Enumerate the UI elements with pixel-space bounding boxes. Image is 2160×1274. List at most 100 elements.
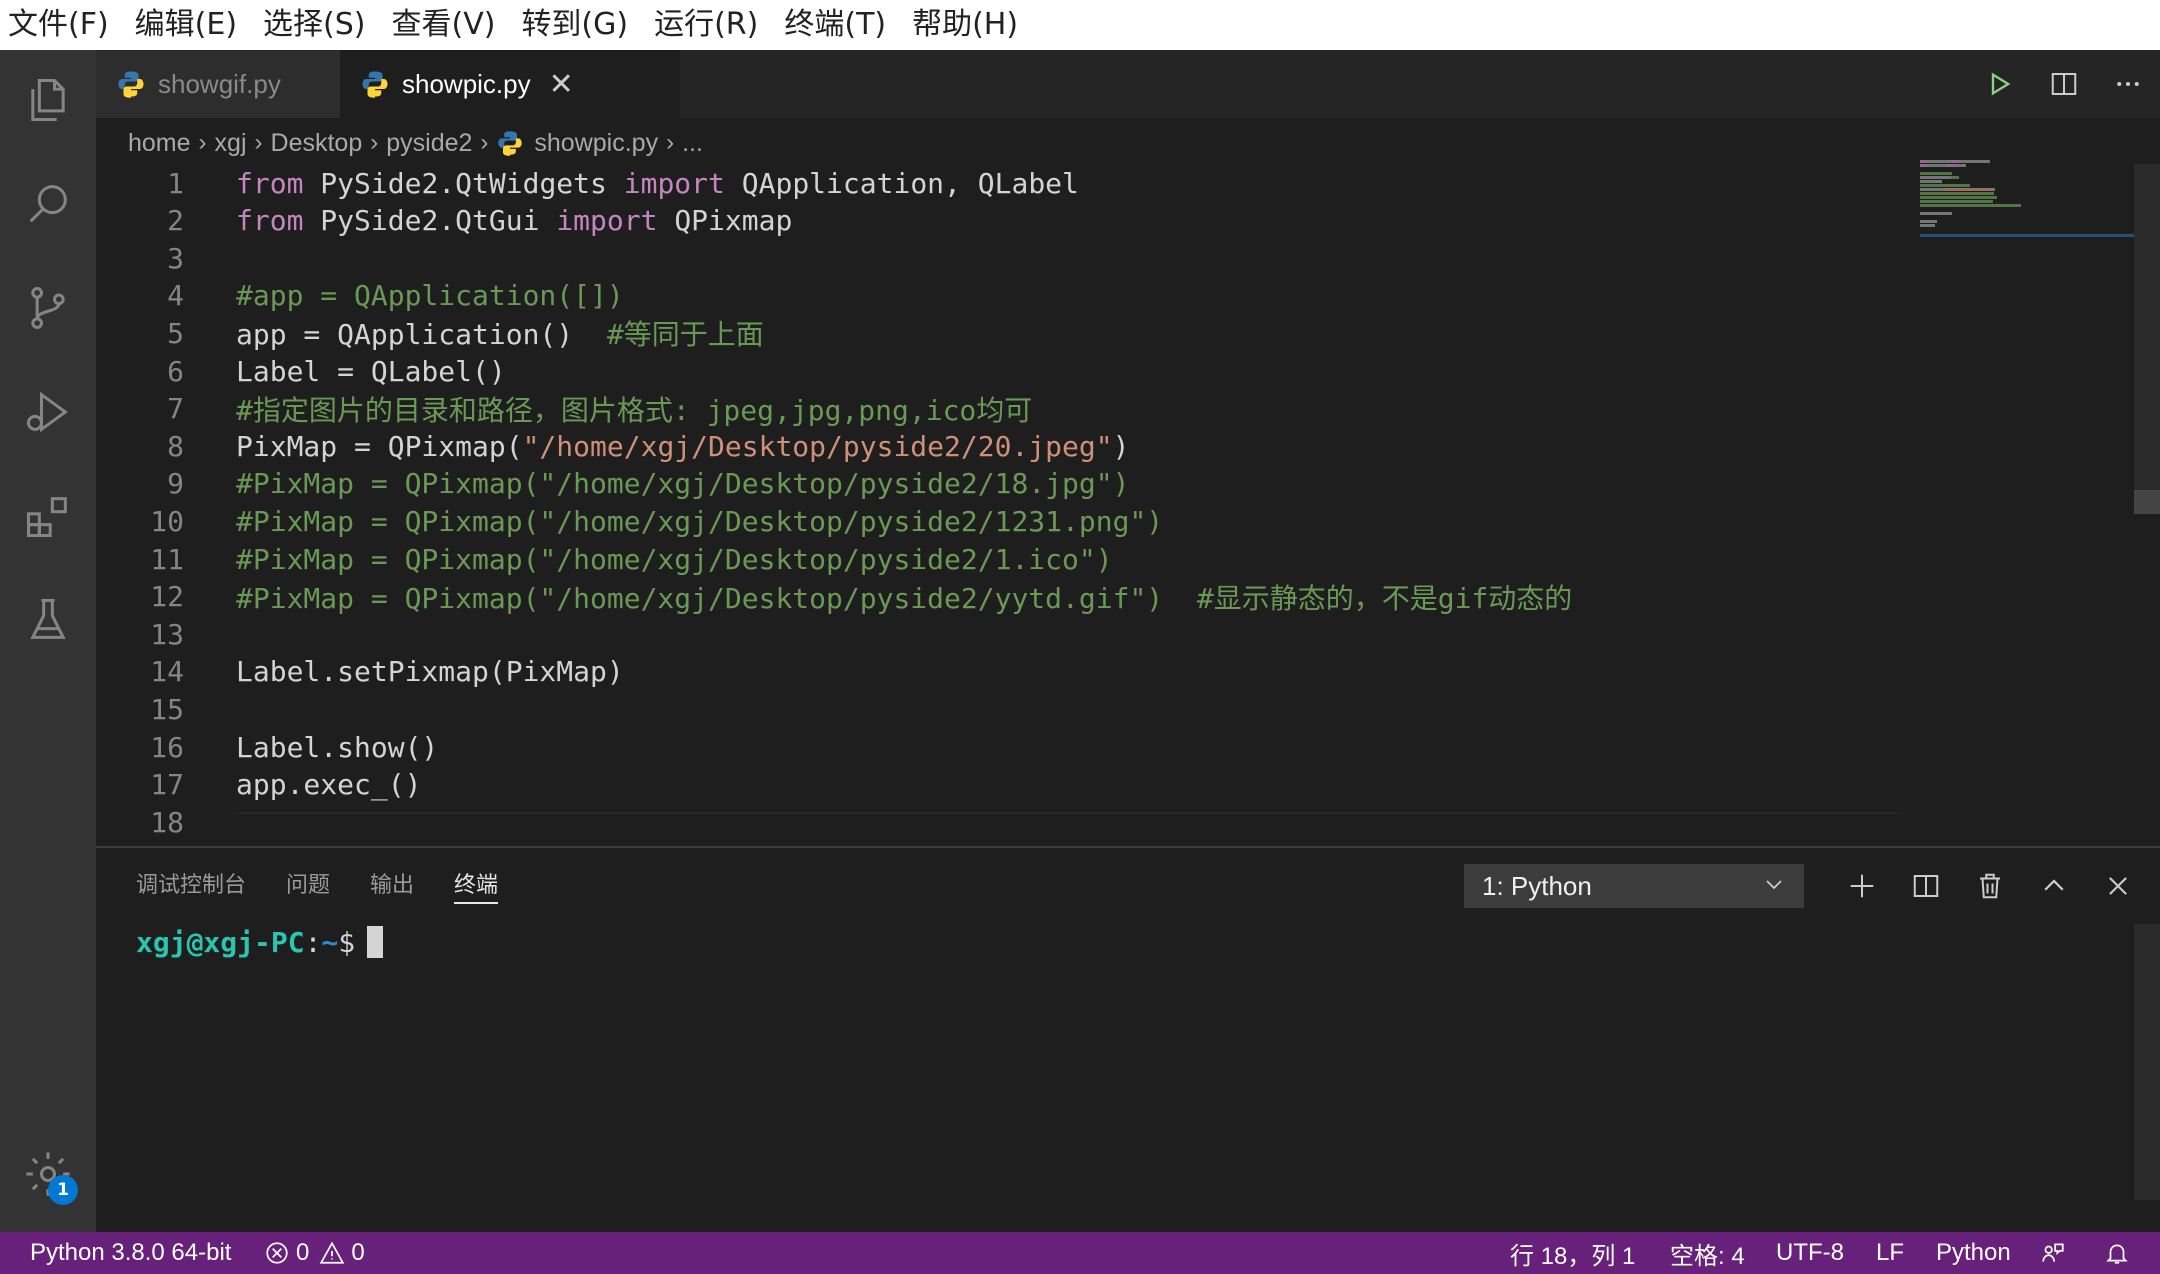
code-line[interactable]: 12 #PixMap = QPixmap("/home/xgj/Desktop/p… xyxy=(96,578,1572,616)
code-line[interactable]: 17 app.exec_() xyxy=(96,766,421,804)
code-text: #PixMap = QPixmap("/home/xgj/Desktop/pys… xyxy=(236,543,1113,576)
explorer-icon[interactable] xyxy=(20,72,76,128)
minimap-line xyxy=(1950,176,1960,179)
tab-showgif[interactable]: showgif.py xyxy=(96,50,340,118)
code-text: #app = QApplication([]) xyxy=(236,279,624,312)
code-line[interactable]: 1 from PySide2.QtWidgets import QApplicat… xyxy=(96,164,1079,202)
code-line[interactable]: 16 Label.show() xyxy=(96,728,438,766)
breadcrumb-item[interactable]: Desktop xyxy=(271,129,363,158)
problems-indicator[interactable]: 0 0 xyxy=(264,1232,365,1274)
end-of-line[interactable]: LF xyxy=(1876,1232,1904,1274)
menu-help[interactable]: 帮助(H) xyxy=(912,0,1018,50)
editor-scrollbar-thumb[interactable] xyxy=(2134,490,2160,514)
code-line[interactable]: 13 xyxy=(96,615,184,653)
warning-count: 0 xyxy=(351,1239,365,1266)
code-text: #PixMap = QPixmap("/home/xgj/Desktop/pys… xyxy=(236,467,1129,500)
close-panel-icon[interactable] xyxy=(2086,858,2150,914)
line-number: 13 xyxy=(150,617,184,651)
minimap-line xyxy=(1925,164,1947,167)
code-token: import xyxy=(623,166,725,200)
breadcrumb-item[interactable]: pyside2 xyxy=(386,129,472,158)
bottom-panel: 调试控制台 问题 输出 终端 1: Python xgj@xgj-PC: ~ $ xyxy=(96,846,2160,1232)
code-token: #等同于上面 xyxy=(606,318,764,352)
tab-debug-console[interactable]: 调试控制台 xyxy=(136,848,246,918)
minimap-line xyxy=(1920,212,1953,215)
python-file-icon xyxy=(118,71,144,98)
line-number: 17 xyxy=(150,768,184,802)
feedback-icon[interactable] xyxy=(2040,1232,2066,1274)
run-debug-icon[interactable] xyxy=(20,384,76,440)
code-line[interactable]: 6 Label = QLabel() xyxy=(96,352,506,390)
code-text: Label = QLabel() xyxy=(236,355,506,388)
line-number: 10 xyxy=(150,504,184,538)
split-terminal-icon[interactable] xyxy=(1894,858,1958,914)
cursor-position[interactable]: 行 18，列 1 xyxy=(1510,1232,1635,1274)
minimap[interactable] xyxy=(1920,160,2130,240)
code-editor[interactable]: 1 from PySide2.QtWidgets import QApplicat… xyxy=(96,164,2136,848)
menu-edit[interactable]: 编辑(E) xyxy=(135,0,237,50)
breadcrumb-item[interactable]: ... xyxy=(682,129,703,158)
settings-badge: 1 xyxy=(48,1175,78,1205)
tab-showpic[interactable]: showpic.py ✕ xyxy=(340,50,680,118)
line-number: 1 xyxy=(167,166,184,200)
breadcrumb: home › xgj › Desktop › pyside2 › showpic… xyxy=(96,118,1896,168)
code-line[interactable]: 10 #PixMap = QPixmap("/home/xgj/Desktop/p… xyxy=(96,502,1163,540)
code-line[interactable]: 11 #PixMap = QPixmap("/home/xgj/Desktop/p… xyxy=(96,540,1112,578)
menu-file[interactable]: 文件(F) xyxy=(8,0,109,50)
language-mode[interactable]: Python xyxy=(1936,1232,2011,1274)
menu-selection[interactable]: 选择(S) xyxy=(263,0,365,50)
trash-icon[interactable] xyxy=(1958,858,2022,914)
code-line[interactable]: 15 xyxy=(96,690,184,728)
menu-terminal[interactable]: 终端(T) xyxy=(784,0,886,50)
tab-problems[interactable]: 问题 xyxy=(286,848,330,918)
code-line[interactable]: 4 #app = QApplication([]) xyxy=(96,277,624,315)
menu-bar: 文件(F) 编辑(E) 选择(S) 查看(V) 转到(G) 运行(R) 终端(T… xyxy=(0,0,2160,50)
extensions-icon[interactable] xyxy=(20,488,76,544)
editor-scrollbar[interactable] xyxy=(2134,164,2160,514)
code-line[interactable]: 7 #指定图片的目录和路径，图片格式: jpeg,jpg,png,ico均可 xyxy=(96,390,1032,428)
code-line[interactable]: 2 from PySide2.QtGui import QPixmap xyxy=(96,202,792,240)
code-line[interactable]: 5 app = QApplication() #等同于上面 xyxy=(96,314,764,352)
menu-go[interactable]: 转到(G) xyxy=(521,0,628,50)
code-line[interactable]: 9 #PixMap = QPixmap("/home/xgj/Desktop/py… xyxy=(96,465,1129,503)
tab-terminal[interactable]: 终端 xyxy=(454,848,499,918)
terminal-scrollbar[interactable] xyxy=(2134,924,2160,1200)
indentation[interactable]: 空格: 4 xyxy=(1670,1232,1745,1274)
terminal-prompt[interactable]: xgj@xgj-PC: ~ $ xyxy=(136,920,384,964)
code-token: QPixmap xyxy=(657,204,793,238)
python-interpreter[interactable]: Python 3.8.0 64-bit xyxy=(30,1232,231,1274)
code-line[interactable]: 8 PixMap = QPixmap("/home/xgj/Desktop/pys… xyxy=(96,427,1129,465)
search-icon[interactable] xyxy=(20,176,76,232)
minimap-line xyxy=(1925,160,1953,163)
notifications-bell-icon[interactable] xyxy=(2104,1232,2130,1274)
line-number: 6 xyxy=(167,354,184,388)
chevron-right-icon: › xyxy=(254,129,263,156)
code-token: PySide2.QtWidgets xyxy=(303,166,624,200)
breadcrumb-item[interactable]: showpic.py xyxy=(534,129,658,158)
maximize-panel-icon[interactable] xyxy=(2022,858,2086,914)
breadcrumb-item[interactable]: home xyxy=(128,129,191,158)
new-terminal-icon[interactable] xyxy=(1830,858,1894,914)
terminal-select[interactable]: 1: Python xyxy=(1464,864,1804,908)
code-text: #PixMap = QPixmap("/home/xgj/Desktop/pys… xyxy=(236,505,1163,538)
warning-icon xyxy=(320,1241,345,1264)
code-line[interactable]: 18 xyxy=(96,803,184,841)
tab-output[interactable]: 输出 xyxy=(370,848,414,918)
run-file-icon[interactable] xyxy=(1968,50,2032,118)
encoding[interactable]: UTF-8 xyxy=(1776,1232,1844,1274)
menu-run[interactable]: 运行(R) xyxy=(654,0,758,50)
line-number: 9 xyxy=(167,467,184,501)
split-editor-icon[interactable] xyxy=(2032,50,2096,118)
code-line[interactable]: 3 xyxy=(96,239,184,277)
more-actions-icon[interactable] xyxy=(2096,50,2160,118)
code-text: from PySide2.QtGui import QPixmap xyxy=(236,204,792,237)
code-token: import xyxy=(556,204,658,238)
minimap-line xyxy=(1992,188,1995,191)
testing-icon[interactable] xyxy=(20,592,76,648)
breadcrumb-item[interactable]: xgj xyxy=(215,129,247,158)
code-line[interactable]: 14 Label.setPixmap(PixMap) xyxy=(96,653,623,691)
source-control-icon[interactable] xyxy=(20,280,76,336)
menu-view[interactable]: 查看(V) xyxy=(392,0,496,50)
error-icon xyxy=(266,1242,288,1264)
close-tab-icon[interactable]: ✕ xyxy=(549,67,574,102)
